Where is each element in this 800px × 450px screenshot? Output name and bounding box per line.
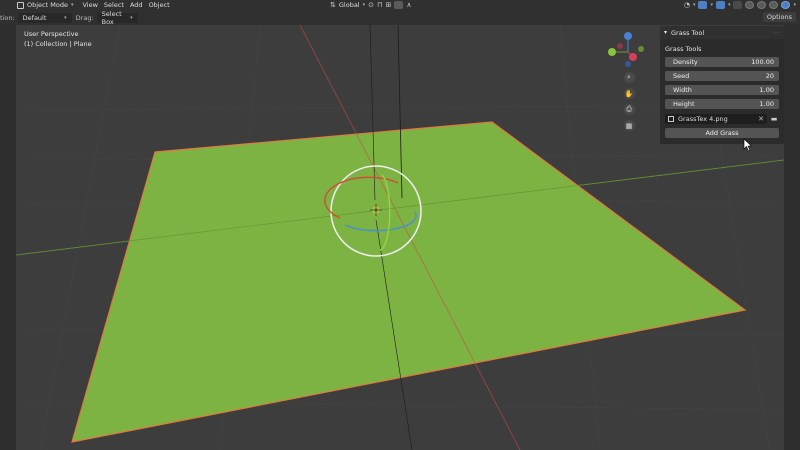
pivot-icon[interactable]: ⊙ — [368, 1, 374, 9]
visibility-icon[interactable]: ◔ — [684, 1, 690, 9]
right-sidebar-strip — [784, 25, 800, 450]
chevron-down-icon: ▾ — [362, 2, 366, 8]
chevron-down-icon: ▾ — [692, 2, 696, 8]
chevron-down-icon: ▾ — [664, 29, 668, 36]
perspective-grid-icon[interactable]: ▦ — [623, 120, 635, 131]
object-mode-icon — [17, 1, 24, 9]
texture-file-field[interactable]: GrassTex 4.png ✕ — [665, 114, 767, 124]
tool-settings-bar: tion: Default ▾ Drag: Select Box ▾ — [0, 9, 800, 26]
folder-icon[interactable]: ▬ — [769, 114, 779, 124]
perspective-label: User Perspective — [24, 30, 79, 38]
image-icon — [668, 116, 674, 122]
menu-select[interactable]: Select — [101, 1, 127, 9]
falloff-icon[interactable]: ∧ — [406, 1, 411, 9]
height-label: Height — [673, 100, 695, 108]
z-axis-icon — [624, 32, 632, 40]
density-value: 100.00 — [751, 58, 774, 66]
panel-header[interactable]: ▾ Grass Tool ⋯ — [660, 26, 784, 39]
drag-value: Select Box — [101, 9, 122, 26]
camera-icon[interactable]: ⎙ — [623, 104, 635, 115]
transform-orientation-selector[interactable]: Global — [339, 1, 360, 9]
add-grass-button[interactable]: Add Grass — [665, 128, 779, 138]
panel-title: Grass Tool — [671, 28, 705, 37]
chevron-down-icon: ▾ — [130, 14, 133, 21]
zoom-icon[interactable]: ⌕ — [623, 72, 635, 83]
chevron-down-icon: ▾ — [64, 14, 67, 21]
chevron-down-icon: ▾ — [727, 2, 731, 8]
width-value: 1.00 — [759, 86, 774, 94]
grass-plane — [71, 121, 747, 443]
texture-file-row: GrassTex 4.png ✕ ▬ — [665, 114, 779, 124]
density-field[interactable]: Density 100.00 — [665, 57, 779, 67]
chevron-down-icon: ▾ — [793, 2, 796, 8]
density-label: Density — [673, 58, 698, 66]
gizmo-toggle-icon[interactable] — [698, 1, 708, 9]
drag-handle-icon[interactable]: ⋯ — [774, 29, 780, 36]
snap-target-icon[interactable]: ⊞ — [385, 1, 391, 9]
mode-selector[interactable]: Object Mode — [24, 1, 71, 9]
width-label: Width — [673, 86, 692, 94]
seed-label: Seed — [673, 72, 690, 80]
y-axis-icon — [608, 48, 616, 56]
orientation-dropdown[interactable]: Default ▾ — [17, 12, 72, 23]
drag-label: Drag: — [75, 13, 94, 22]
left-toolbar-strip — [0, 25, 16, 450]
height-value: 1.00 — [759, 100, 774, 108]
pan-hand-icon[interactable]: ✋ — [623, 88, 635, 99]
header-center-tools: ⇅ Global ▾ ⊙ ⊓ ⊞ ∧ — [330, 0, 411, 10]
transform-orientation-icon: ⇅ — [330, 1, 336, 9]
seed-field[interactable]: Seed 20 — [665, 71, 779, 81]
height-field[interactable]: Height 1.00 — [665, 99, 779, 109]
x-axis-icon — [629, 53, 637, 61]
viewport-nav-tools: ⌕ ✋ ⎙ ▦ — [620, 72, 638, 131]
xray-toggle-icon[interactable] — [733, 1, 743, 9]
proportional-edit-icon[interactable] — [394, 1, 404, 9]
orientation-value: Default — [22, 13, 47, 22]
texture-file-name: GrassTex 4.png — [678, 115, 728, 123]
solid-shading-icon[interactable] — [757, 1, 767, 9]
seed-value: 20 — [765, 72, 774, 80]
rendered-shading-icon[interactable] — [781, 1, 791, 9]
drag-dropdown[interactable]: Select Box ▾ — [96, 9, 138, 26]
menu-object[interactable]: Object — [146, 1, 173, 9]
grass-tool-panel: ▾ Grass Tool ⋯ Grass Tools Density 100.0… — [660, 26, 784, 144]
chevron-down-icon: ▾ — [70, 2, 74, 8]
options-button[interactable]: Options — [762, 12, 796, 22]
navigation-gizmo — [608, 32, 644, 67]
viewport-info: User Perspective (1) Collection | Plane — [24, 29, 92, 49]
orientation-label: tion: — [0, 13, 15, 22]
menu-add[interactable]: Add — [127, 1, 146, 9]
collection-label: (1) Collection | Plane — [24, 40, 92, 48]
subpanel-title: Grass Tools — [665, 45, 702, 53]
chevron-down-icon: ▾ — [710, 2, 713, 8]
menu-view[interactable]: View — [79, 1, 100, 9]
header-right-tools: ◔ ▾ ▾ ▾ ▾ — [684, 0, 800, 10]
overlay-toggle-icon[interactable] — [715, 1, 725, 9]
snap-icon[interactable]: ⊓ — [377, 1, 382, 9]
clear-icon[interactable]: ✕ — [758, 115, 764, 123]
width-field[interactable]: Width 1.00 — [665, 85, 779, 95]
wireframe-shading-icon[interactable] — [745, 1, 755, 9]
material-shading-icon[interactable] — [769, 1, 779, 9]
